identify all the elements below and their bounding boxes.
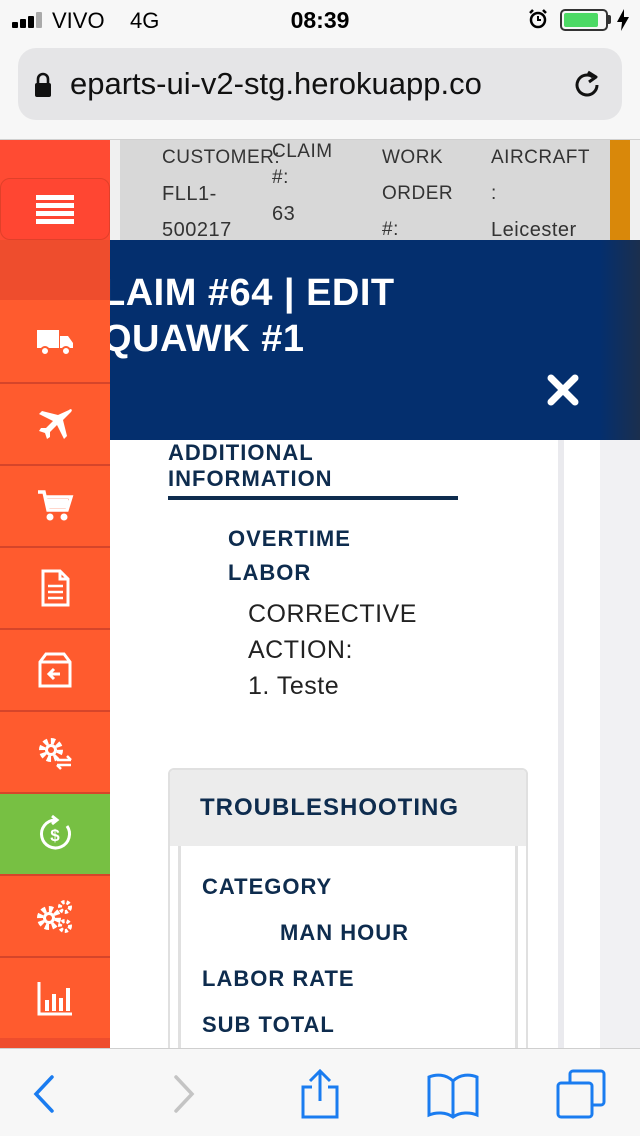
cart-icon bbox=[38, 490, 74, 521]
overtime-label-line1: OVERTIME bbox=[228, 526, 351, 551]
svg-text:$: $ bbox=[50, 826, 60, 845]
gear-exchange-icon bbox=[39, 738, 72, 770]
man-hour-label: MAN HOUR bbox=[280, 920, 409, 945]
modal-body: ADDITIONAL INFORMATION OVERTIME LABOR CO… bbox=[110, 440, 640, 1048]
browser-toolbar bbox=[0, 1048, 640, 1136]
corrective-action-text: CORRECTIVE ACTION: 1. Teste bbox=[248, 596, 488, 704]
battery-tip bbox=[608, 15, 611, 24]
sidebar-item-cart[interactable] bbox=[0, 464, 110, 546]
aircraft-column: AIRCRAFT : Leicester bbox=[491, 140, 590, 248]
claim-value: 63 bbox=[272, 203, 296, 225]
gears-icon bbox=[37, 900, 72, 933]
troubleshooting-panel: TROUBLESHOOTING CATEGORY MAN HOUR LABOR … bbox=[168, 768, 528, 1048]
battery-fill bbox=[564, 13, 598, 27]
truck-icon bbox=[37, 330, 73, 356]
sub-total-label: SUB TOTAL bbox=[202, 1012, 335, 1037]
troubleshooting-header[interactable]: TROUBLESHOOTING bbox=[170, 770, 526, 846]
claim-column: CLAIM #: 63 bbox=[272, 140, 333, 232]
status-bar: VIVO 4G 08:39 bbox=[0, 0, 640, 40]
modal-header: LAIM #64 | EDIT QUAWK #1 bbox=[110, 240, 640, 440]
modal-title-line1: LAIM #64 | EDIT bbox=[110, 272, 395, 314]
sidebar-item-settings[interactable] bbox=[0, 874, 110, 956]
section-heading-line2: INFORMATION bbox=[168, 466, 333, 491]
panel-left-border bbox=[178, 846, 181, 1048]
alarm-icon bbox=[529, 9, 547, 29]
customer-value-line1: FLL1- bbox=[162, 183, 217, 205]
aircraft-label-line1: AIRCRAFT bbox=[491, 147, 590, 168]
body-right-margin bbox=[600, 440, 640, 1048]
header-edge-shadow bbox=[600, 240, 640, 440]
sidebar-item-returns[interactable] bbox=[0, 628, 110, 710]
corrective-line2: ACTION: bbox=[248, 636, 353, 664]
sidebar-item-documents[interactable] bbox=[0, 546, 110, 628]
panel-right-border bbox=[515, 846, 518, 1048]
charging-bolt-icon bbox=[617, 9, 629, 31]
airplane-icon bbox=[39, 409, 72, 439]
close-icon[interactable] bbox=[546, 373, 580, 407]
money-refresh-icon: $ bbox=[40, 814, 71, 850]
browser-url-area: eparts-ui-v2-stg.herokuapp.co bbox=[0, 40, 640, 140]
reload-icon[interactable] bbox=[570, 68, 604, 102]
modal-title-line2: QUAWK #1 bbox=[110, 318, 305, 360]
bar-chart-icon bbox=[37, 982, 72, 1016]
battery-icon bbox=[560, 9, 608, 31]
additional-information-heading: ADDITIONAL INFORMATION bbox=[168, 440, 458, 500]
box-return-icon bbox=[38, 652, 72, 688]
corrective-line3: 1. Teste bbox=[248, 672, 340, 700]
sidebar-item-aircraft[interactable] bbox=[0, 382, 110, 464]
back-icon[interactable] bbox=[20, 1069, 70, 1119]
customer-label: CUSTOMER: bbox=[162, 147, 281, 168]
overtime-labor-label: OVERTIME LABOR bbox=[228, 522, 428, 590]
bookmarks-icon[interactable] bbox=[426, 1069, 480, 1119]
troubleshooting-title: TROUBLESHOOTING bbox=[200, 794, 459, 821]
tabs-icon[interactable] bbox=[556, 1069, 606, 1119]
section-heading-line1: ADDITIONAL bbox=[168, 440, 314, 465]
url-text[interactable]: eparts-ui-v2-stg.herokuapp.co bbox=[70, 66, 566, 102]
work-order-label-line1: WORK bbox=[382, 147, 444, 168]
status-strip bbox=[610, 140, 630, 250]
sidebar: $ bbox=[0, 140, 110, 1048]
share-icon[interactable] bbox=[295, 1069, 345, 1119]
sidebar-item-shipping[interactable] bbox=[0, 300, 110, 382]
work-order-label-line2: ORDER bbox=[382, 183, 454, 204]
menu-toggle-button[interactable] bbox=[0, 178, 110, 240]
labor-rate-label: LABOR RATE bbox=[202, 966, 355, 991]
hamburger-icon bbox=[36, 195, 74, 224]
address-bar[interactable]: eparts-ui-v2-stg.herokuapp.co bbox=[18, 48, 622, 120]
corrective-line1: CORRECTIVE bbox=[248, 600, 417, 628]
body-divider bbox=[558, 440, 564, 1048]
sidebar-item-billing[interactable]: $ bbox=[0, 792, 110, 874]
work-order-column: WORK ORDER #: bbox=[382, 140, 453, 248]
lock-icon bbox=[35, 72, 51, 97]
sidebar-item-reports[interactable] bbox=[0, 956, 110, 1038]
sidebar-item-exchange[interactable] bbox=[0, 710, 110, 792]
overtime-label-line2: LABOR bbox=[228, 560, 312, 585]
forward-icon[interactable] bbox=[158, 1069, 208, 1119]
aircraft-label-line2: : bbox=[491, 183, 497, 204]
category-label: CATEGORY bbox=[202, 874, 333, 899]
modal-title: LAIM #64 | EDIT QUAWK #1 bbox=[110, 270, 395, 362]
customer-column: CUSTOMER: FLL1- 500217 bbox=[162, 140, 280, 248]
document-icon bbox=[41, 569, 70, 607]
